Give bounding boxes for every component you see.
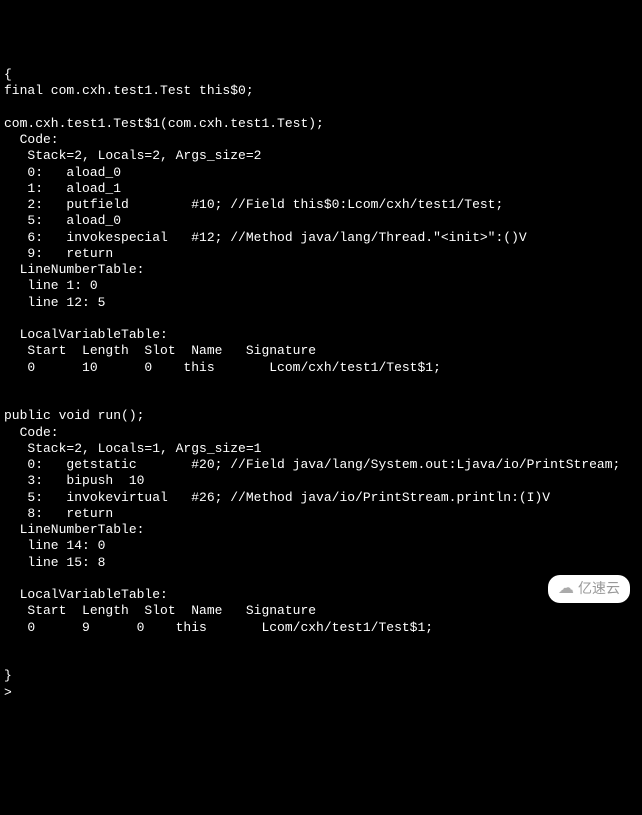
terminal-output: { final com.cxh.test1.Test this$0; com.c… — [4, 67, 638, 701]
prompt-cursor[interactable]: > — [4, 685, 12, 701]
watermark-text: 亿速云 — [578, 580, 620, 598]
watermark-badge: ☁ 亿速云 — [548, 575, 630, 603]
cloud-icon: ☁ — [558, 579, 574, 599]
code-block: { final com.cxh.test1.Test this$0; com.c… — [4, 67, 620, 683]
